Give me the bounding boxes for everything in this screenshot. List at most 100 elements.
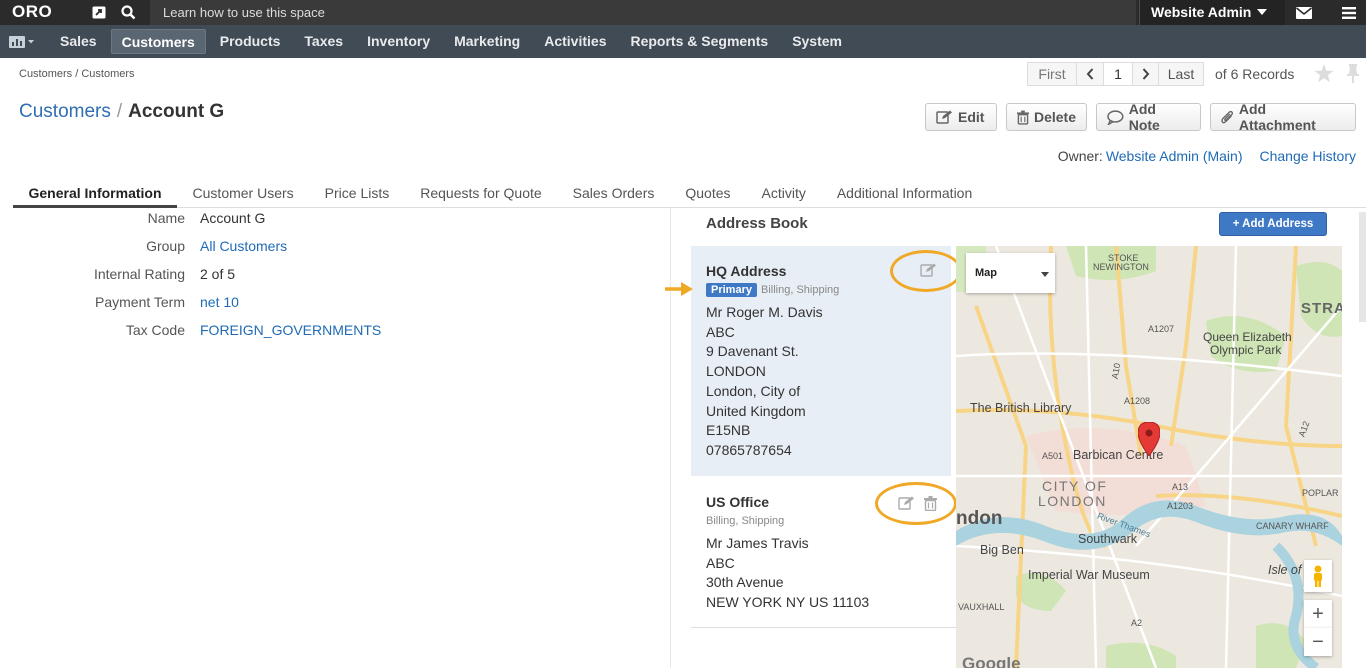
owner-link[interactable]: Website Admin (Main) xyxy=(1106,148,1243,164)
address-line: United Kingdom xyxy=(706,402,806,419)
nav-inventory[interactable]: Inventory xyxy=(357,29,440,54)
pager-prev-button[interactable] xyxy=(1076,62,1104,86)
address-line: ABC xyxy=(706,554,735,571)
add-address-button[interactable]: + Add Address xyxy=(1219,212,1327,236)
delete-button[interactable]: Delete xyxy=(1006,103,1087,131)
map-type-select[interactable]: Map xyxy=(966,253,1055,293)
tab-customer-users[interactable]: Customer Users xyxy=(177,177,309,208)
tax-code-label: Tax Code xyxy=(125,322,185,338)
name-value: Account G xyxy=(200,210,266,226)
info-row-tax-code: Tax Code FOREIGN_GOVERNMENTS xyxy=(0,322,670,350)
pin-tabs-icon[interactable] xyxy=(86,0,112,25)
map-label: A1207 xyxy=(1148,324,1175,334)
address-name: HQ Address xyxy=(706,263,787,279)
map-label: Imperial War Museum xyxy=(1028,568,1150,582)
map-zoom-out-button[interactable]: − xyxy=(1304,628,1332,656)
edit-button[interactable]: Edit xyxy=(925,103,997,131)
mail-icon[interactable] xyxy=(1287,0,1321,25)
trash-icon xyxy=(1017,110,1029,125)
map-label: NEWINGTON xyxy=(1093,262,1149,272)
address-line: London, City of xyxy=(706,382,801,399)
map-label: Olympic Park xyxy=(1210,343,1282,357)
page-actions: Edit Delete Add Note Add Attachment xyxy=(925,101,1356,133)
top-bar: ORO Learn how to use this space Website … xyxy=(0,0,1366,25)
map-type-label: Map xyxy=(975,267,997,279)
pager-first-button[interactable]: First xyxy=(1027,62,1077,86)
address-type-list: Billing, Shipping xyxy=(760,284,840,296)
map-zoom-in-button[interactable]: + xyxy=(1304,600,1332,628)
tax-code-link[interactable]: FOREIGN_GOVERNMENTS xyxy=(200,322,381,338)
pager-next-button[interactable] xyxy=(1132,62,1159,86)
map-label: A2 xyxy=(1131,618,1143,628)
address-line: LONDON xyxy=(706,363,766,380)
rating-value: 2 of 5 xyxy=(200,266,236,282)
map-label: Big Ben xyxy=(980,543,1024,557)
change-history-link[interactable]: Change History xyxy=(1260,148,1357,164)
record-tabs: General Information Customer Users Price… xyxy=(13,177,1366,208)
address-line: 9 Davenant St. xyxy=(706,343,799,360)
learn-link[interactable]: Learn how to use this space xyxy=(150,0,1136,25)
address-map[interactable]: STOKE NEWINGTON STRAT Queen Elizabeth Ol… xyxy=(956,246,1342,668)
map-marker-icon[interactable] xyxy=(1138,422,1160,456)
info-row-payment-term: Payment Term net 10 xyxy=(0,294,670,322)
address-line: 30th Avenue xyxy=(706,574,784,591)
search-icon[interactable] xyxy=(115,0,141,25)
add-attachment-button[interactable]: Add Attachment xyxy=(1210,101,1356,133)
nav-reports-segments[interactable]: Reports & Segments xyxy=(620,29,778,54)
title-parent-link[interactable]: Customers xyxy=(19,101,111,122)
user-menu[interactable]: Website Admin xyxy=(1139,0,1285,25)
address-types: Primary Billing, Shipping xyxy=(706,283,839,297)
oro-logo[interactable]: ORO xyxy=(0,0,84,25)
pager-last-button[interactable]: Last xyxy=(1158,62,1204,86)
general-information: Name Account G Group All Customers Interna… xyxy=(0,210,670,350)
address-name: US Office xyxy=(706,494,770,510)
pager-page-input[interactable]: 1 xyxy=(1103,62,1133,86)
map-label: A1208 xyxy=(1124,396,1151,406)
tab-sales-orders[interactable]: Sales Orders xyxy=(557,177,670,208)
pin-icon[interactable] xyxy=(1346,64,1360,89)
nav-products[interactable]: Products xyxy=(210,29,291,54)
map-label: VAUXHALL xyxy=(958,602,1005,612)
nav-system[interactable]: System xyxy=(782,29,852,54)
address-line: E15NB xyxy=(706,422,751,439)
hamburger-menu-icon[interactable] xyxy=(1332,0,1366,25)
group-link[interactable]: All Customers xyxy=(200,238,287,254)
map-label: Queen Elizabeth xyxy=(1203,330,1292,344)
tab-requests-for-quote[interactable]: Requests for Quote xyxy=(405,177,557,208)
nav-taxes[interactable]: Taxes xyxy=(294,29,353,54)
tab-general-information[interactable]: General Information xyxy=(13,177,178,208)
dashboard-chart-icon[interactable] xyxy=(0,35,44,48)
payment-term-link[interactable]: net 10 xyxy=(200,294,239,310)
paperclip-icon xyxy=(1221,110,1234,124)
tab-additional-information[interactable]: Additional Information xyxy=(821,177,987,208)
tab-activity[interactable]: Activity xyxy=(746,177,821,208)
title-current: Account G xyxy=(128,101,225,122)
edit-address-icon[interactable] xyxy=(898,496,915,511)
add-note-button[interactable]: Add Note xyxy=(1096,101,1201,133)
owner-line: Owner: Website Admin (Main) Change History xyxy=(1058,148,1356,164)
nav-customers[interactable]: Customers xyxy=(110,29,206,54)
nav-sales[interactable]: Sales xyxy=(50,29,107,54)
map-label: POPLAR xyxy=(1302,488,1339,498)
tab-quotes[interactable]: Quotes xyxy=(670,177,746,208)
page-scrollbar[interactable] xyxy=(1359,212,1366,322)
payment-term-label: Payment Term xyxy=(95,294,185,310)
map-label: STRAT xyxy=(1301,300,1342,317)
edit-button-label: Edit xyxy=(958,109,985,125)
delete-address-icon[interactable] xyxy=(924,496,937,511)
edit-address-icon[interactable] xyxy=(920,263,937,278)
add-note-button-label: Add Note xyxy=(1128,101,1160,133)
nav-activities[interactable]: Activities xyxy=(534,29,616,54)
address-line: Mr James Travis xyxy=(706,535,809,551)
map-label: ndon xyxy=(956,508,1003,529)
tab-price-lists[interactable]: Price Lists xyxy=(309,177,405,208)
street-view-pegman-icon[interactable] xyxy=(1304,560,1332,592)
nav-marketing[interactable]: Marketing xyxy=(444,29,530,54)
info-row-rating: Internal Rating 2 of 5 xyxy=(0,266,670,294)
map-label: The British Library xyxy=(970,401,1072,415)
highlight-ring xyxy=(875,482,957,525)
speech-bubble-icon xyxy=(1107,109,1124,125)
favorite-star-icon[interactable] xyxy=(1314,64,1334,88)
map-label: CITY OF xyxy=(1042,478,1108,494)
breadcrumb[interactable]: Customers / Customers xyxy=(19,68,135,80)
